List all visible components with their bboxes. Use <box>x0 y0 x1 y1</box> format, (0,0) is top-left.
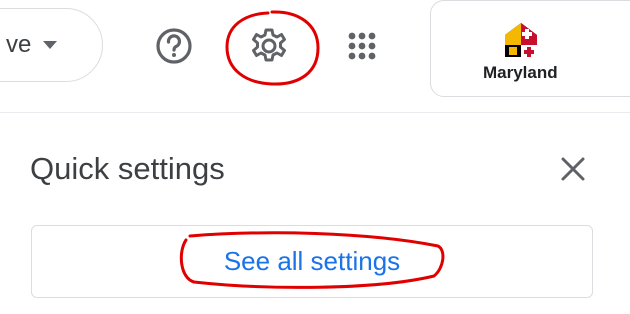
account-org-name: Maryland <box>483 63 558 82</box>
help-circle-icon <box>156 28 192 64</box>
see-all-settings-button[interactable]: See all settings <box>31 225 593 298</box>
status-label: ve <box>6 31 32 58</box>
apps-button[interactable] <box>338 22 386 70</box>
see-all-settings-label: See all settings <box>223 246 401 276</box>
quick-settings-title: Quick settings <box>30 151 225 186</box>
close-icon <box>561 157 585 181</box>
gmail-header-quick-settings: ve Maryland Quick settings See all setti… <box>0 0 630 314</box>
status-dropdown[interactable]: ve <box>0 8 103 82</box>
gear-icon <box>252 28 286 62</box>
account-switcher[interactable]: Maryland <box>430 0 630 97</box>
apps-grid-icon <box>348 32 376 60</box>
maryland-flag-logo-icon <box>505 23 537 57</box>
settings-button[interactable] <box>245 22 293 70</box>
header-divider <box>0 112 630 113</box>
close-button[interactable] <box>554 150 592 188</box>
help-button[interactable] <box>150 22 198 70</box>
chevron-down-icon <box>43 41 58 49</box>
